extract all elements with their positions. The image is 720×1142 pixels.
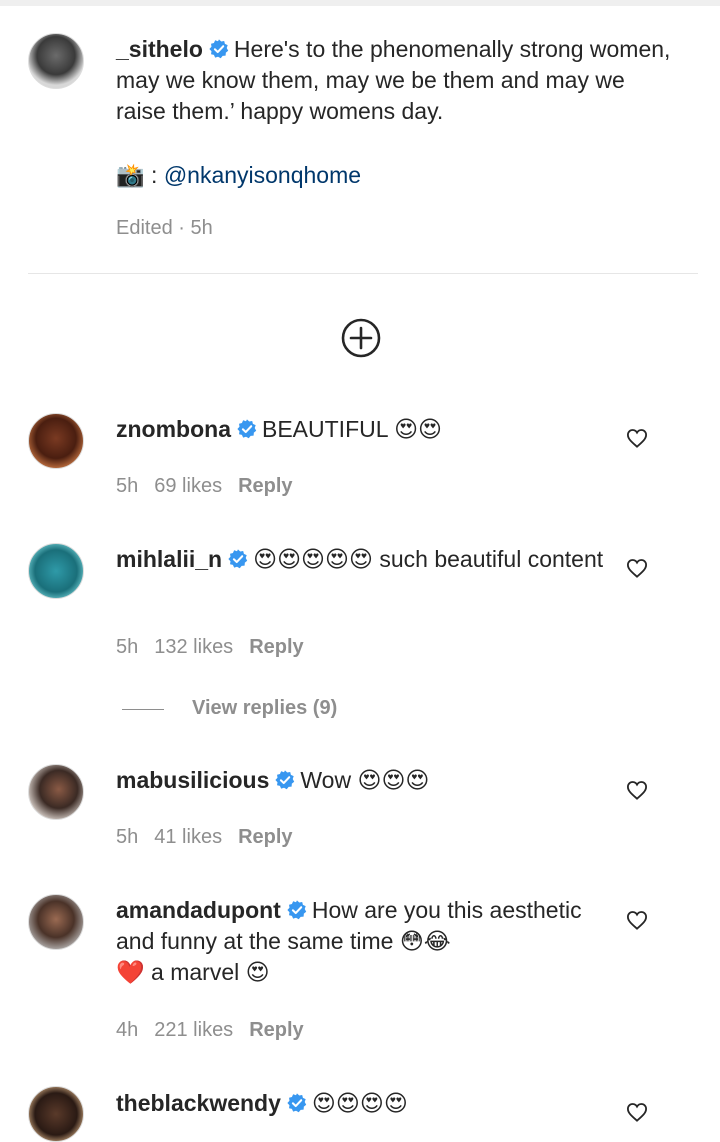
comment-likes[interactable]: 41 likes xyxy=(154,826,222,848)
comment-body: Wow xyxy=(300,767,352,793)
like-heart-icon[interactable] xyxy=(626,780,648,800)
edited-timestamp: Edited · 5h xyxy=(116,217,213,239)
reply-button[interactable]: Reply xyxy=(238,826,292,848)
comment-emojis: 😳😂 xyxy=(399,928,451,954)
comment-meta: 5h 132 likes Reply xyxy=(116,636,320,659)
reply-button[interactable]: Reply xyxy=(238,475,292,497)
comment-body: BEAUTIFUL xyxy=(262,416,388,442)
like-heart-icon[interactable] xyxy=(626,428,648,448)
comment-time: 5h xyxy=(116,636,139,658)
comment-meta: 4h 221 likes Reply xyxy=(116,1019,320,1042)
comment-meta: 5h 69 likes Reply xyxy=(116,475,309,498)
comment-username[interactable]: mabusilicious xyxy=(116,767,269,793)
comment-emoji-end: 😍 xyxy=(245,959,270,985)
avatar[interactable] xyxy=(28,33,84,89)
comment-username[interactable]: amandadupont xyxy=(116,897,281,923)
verified-badge-icon xyxy=(237,419,257,439)
comment-likes[interactable]: 132 likes xyxy=(154,636,233,658)
credit-separator: : xyxy=(144,162,164,188)
load-more-plus-icon[interactable] xyxy=(341,318,381,358)
comment-time: 5h xyxy=(116,475,139,497)
verified-badge-icon xyxy=(275,770,295,790)
like-heart-icon[interactable] xyxy=(626,1102,648,1122)
comment-text: amandadupont How are you this aesthetic a… xyxy=(116,895,596,988)
avatar[interactable] xyxy=(28,413,84,469)
camera-emoji: 📸 xyxy=(116,162,145,188)
reply-button[interactable]: Reply xyxy=(249,636,303,658)
caption-username[interactable]: _sithelo xyxy=(116,36,203,62)
comment-emojis: 😍😍😍😍😍 xyxy=(253,546,373,572)
reply-button[interactable]: Reply xyxy=(249,1019,303,1041)
comment-likes[interactable]: 69 likes xyxy=(154,475,222,497)
comment-text: znombona BEAUTIFUL 😍😍 xyxy=(116,414,606,445)
comment-username[interactable]: mihlalii_n xyxy=(116,546,222,572)
comment-time: 5h xyxy=(116,826,139,848)
comment-emojis: 😍😍😍😍 xyxy=(311,1090,408,1116)
credit-mention-link[interactable]: @nkanyisonqhome xyxy=(164,162,361,188)
like-heart-icon[interactable] xyxy=(626,910,648,930)
avatar[interactable] xyxy=(28,764,84,820)
verified-badge-icon xyxy=(287,1093,307,1113)
comment-username[interactable]: znombona xyxy=(116,416,231,442)
comment-text: theblackwendy 😍😍😍😍 xyxy=(116,1088,606,1119)
view-replies-line xyxy=(122,709,164,710)
avatar[interactable] xyxy=(28,894,84,950)
comment-likes[interactable]: 221 likes xyxy=(154,1019,233,1041)
top-divider xyxy=(0,0,720,6)
caption-text: _sithelo Here's to the phenomenally stron… xyxy=(116,34,676,127)
caption-divider xyxy=(28,273,698,274)
comment-time: 4h xyxy=(116,1019,139,1041)
verified-badge-icon xyxy=(287,900,307,920)
view-replies-button[interactable]: View replies (9) xyxy=(192,697,337,720)
comment-text: mabusilicious Wow 😍😍😍 xyxy=(116,765,606,796)
comment-meta: 5h 41 likes Reply xyxy=(116,826,309,849)
avatar[interactable] xyxy=(28,1086,84,1142)
comment-text: mihlalii_n 😍😍😍😍😍 such beautiful content xyxy=(116,544,606,575)
comment-emojis: 😍😍 xyxy=(394,416,443,442)
like-heart-icon[interactable] xyxy=(626,558,648,578)
avatar[interactable] xyxy=(28,543,84,599)
heart-emoji: ❤️ xyxy=(116,959,145,985)
verified-badge-icon xyxy=(228,549,248,569)
comment-emojis: 😍😍😍 xyxy=(357,767,430,793)
caption-credit: 📸 : @nkanyisonqhome xyxy=(116,160,361,191)
comment-body: such beautiful content xyxy=(379,546,604,572)
comment-body-2: a marvel xyxy=(151,959,240,985)
comment-username[interactable]: theblackwendy xyxy=(116,1090,281,1116)
verified-badge-icon xyxy=(209,39,229,59)
